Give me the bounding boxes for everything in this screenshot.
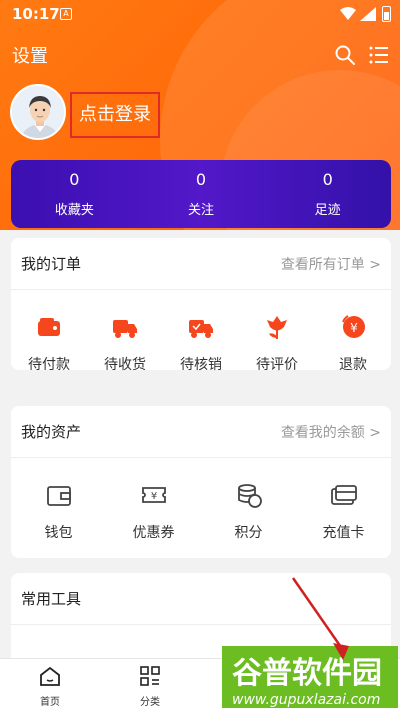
watermark-url: www.gupuxlazai.com (232, 692, 381, 708)
coupon-icon: ¥ (141, 487, 166, 503)
status-bar: 10:17 A (0, 0, 400, 30)
flower-icon (267, 316, 287, 339)
asset-label: 钱包 (44, 525, 73, 541)
asset-label: 充值卡 (322, 525, 365, 541)
asset-points[interactable]: 积分 (214, 480, 284, 542)
stat-value: 0 (322, 170, 333, 189)
category-icon (140, 666, 160, 686)
refund-icon: ¥ (342, 315, 365, 338)
truck-check-icon (189, 320, 213, 338)
watermark: 谷普软件园 www.gupuxlazai.com (222, 646, 398, 708)
assets-card: 我的资产 查看我的余额 > 钱包 ¥ 优惠券 积分 充值卡 (11, 406, 391, 558)
asset-recharge-card[interactable]: 充值卡 (309, 480, 379, 542)
wallet-icon (38, 318, 60, 336)
stat-value: 0 (69, 170, 80, 189)
asset-label: 优惠券 (132, 525, 175, 541)
signal-icon (360, 7, 376, 21)
nav-home[interactable]: 首页 (20, 665, 80, 708)
search-icon[interactable] (334, 44, 356, 66)
order-label: 待评价 (256, 357, 298, 373)
header: 10:17 A 设置 点击登录 0 收藏夹 0 关注 0 足迹 (0, 0, 400, 230)
status-time: 10:17 (12, 5, 60, 23)
order-label: 待付款 (28, 357, 70, 373)
order-pending-verify[interactable]: 待核销 (166, 312, 236, 374)
menu-icon[interactable] (368, 44, 390, 66)
orders-card: 我的订单 查看所有订单 > 待付款 待收货 待核销 待评价 ¥ 退款 (11, 238, 391, 373)
stat-favorites[interactable]: 0 收藏夹 (11, 160, 138, 228)
stat-value: 0 (195, 170, 207, 189)
orders-title: 我的订单 (21, 255, 82, 273)
page-title: 设置 (12, 46, 48, 67)
avatar-portrait (12, 86, 64, 138)
order-pending-review[interactable]: 待评价 (242, 312, 312, 374)
assets-header: 我的资产 查看我的余额 > (11, 406, 391, 458)
svg-text:¥: ¥ (350, 321, 358, 335)
stat-following[interactable]: 0 关注 (138, 160, 265, 228)
order-label: 退款 (339, 357, 367, 373)
login-button[interactable]: 点击登录 (70, 92, 160, 138)
order-refund[interactable]: ¥ 退款 (318, 312, 388, 374)
home-icon (40, 666, 60, 686)
asset-wallet[interactable]: 钱包 (24, 480, 94, 542)
wifi-icon (340, 7, 356, 20)
view-balance-link[interactable]: 查看我的余额 > (281, 422, 381, 442)
order-label: 待收货 (104, 357, 146, 373)
watermark-title: 谷普软件园 (232, 656, 382, 691)
stat-label: 关注 (188, 203, 215, 218)
stat-label: 足迹 (314, 203, 341, 218)
view-all-orders-link[interactable]: 查看所有订单 > (281, 254, 381, 274)
asset-label: 积分 (234, 525, 263, 541)
asset-coupon[interactable]: ¥ 优惠券 (119, 480, 189, 542)
order-label: 待核销 (180, 357, 222, 373)
card-icon (330, 485, 357, 505)
battery-icon (382, 6, 391, 22)
notification-icon: A (60, 8, 72, 20)
truck-icon (113, 320, 137, 338)
stat-label: 收藏夹 (54, 203, 94, 218)
tools-title: 常用工具 (21, 590, 82, 608)
order-pending-payment[interactable]: 待付款 (14, 312, 84, 374)
orders-header: 我的订单 查看所有订单 > (11, 238, 391, 290)
stat-history[interactable]: 0 足迹 (264, 160, 391, 228)
svg-text:¥: ¥ (150, 491, 156, 502)
tools-header: 常用工具 (11, 573, 391, 625)
nav-category[interactable]: 分类 (120, 665, 180, 708)
nav-label: 分类 (140, 697, 160, 708)
stats-panel: 0 收藏夹 0 关注 0 足迹 (11, 160, 391, 228)
assets-title: 我的资产 (21, 423, 82, 441)
order-pending-receipt[interactable]: 待收货 (90, 312, 160, 374)
nav-label: 首页 (40, 697, 60, 708)
avatar[interactable] (10, 84, 66, 140)
wallet-outline-icon (46, 486, 71, 506)
coins-icon (237, 484, 262, 508)
